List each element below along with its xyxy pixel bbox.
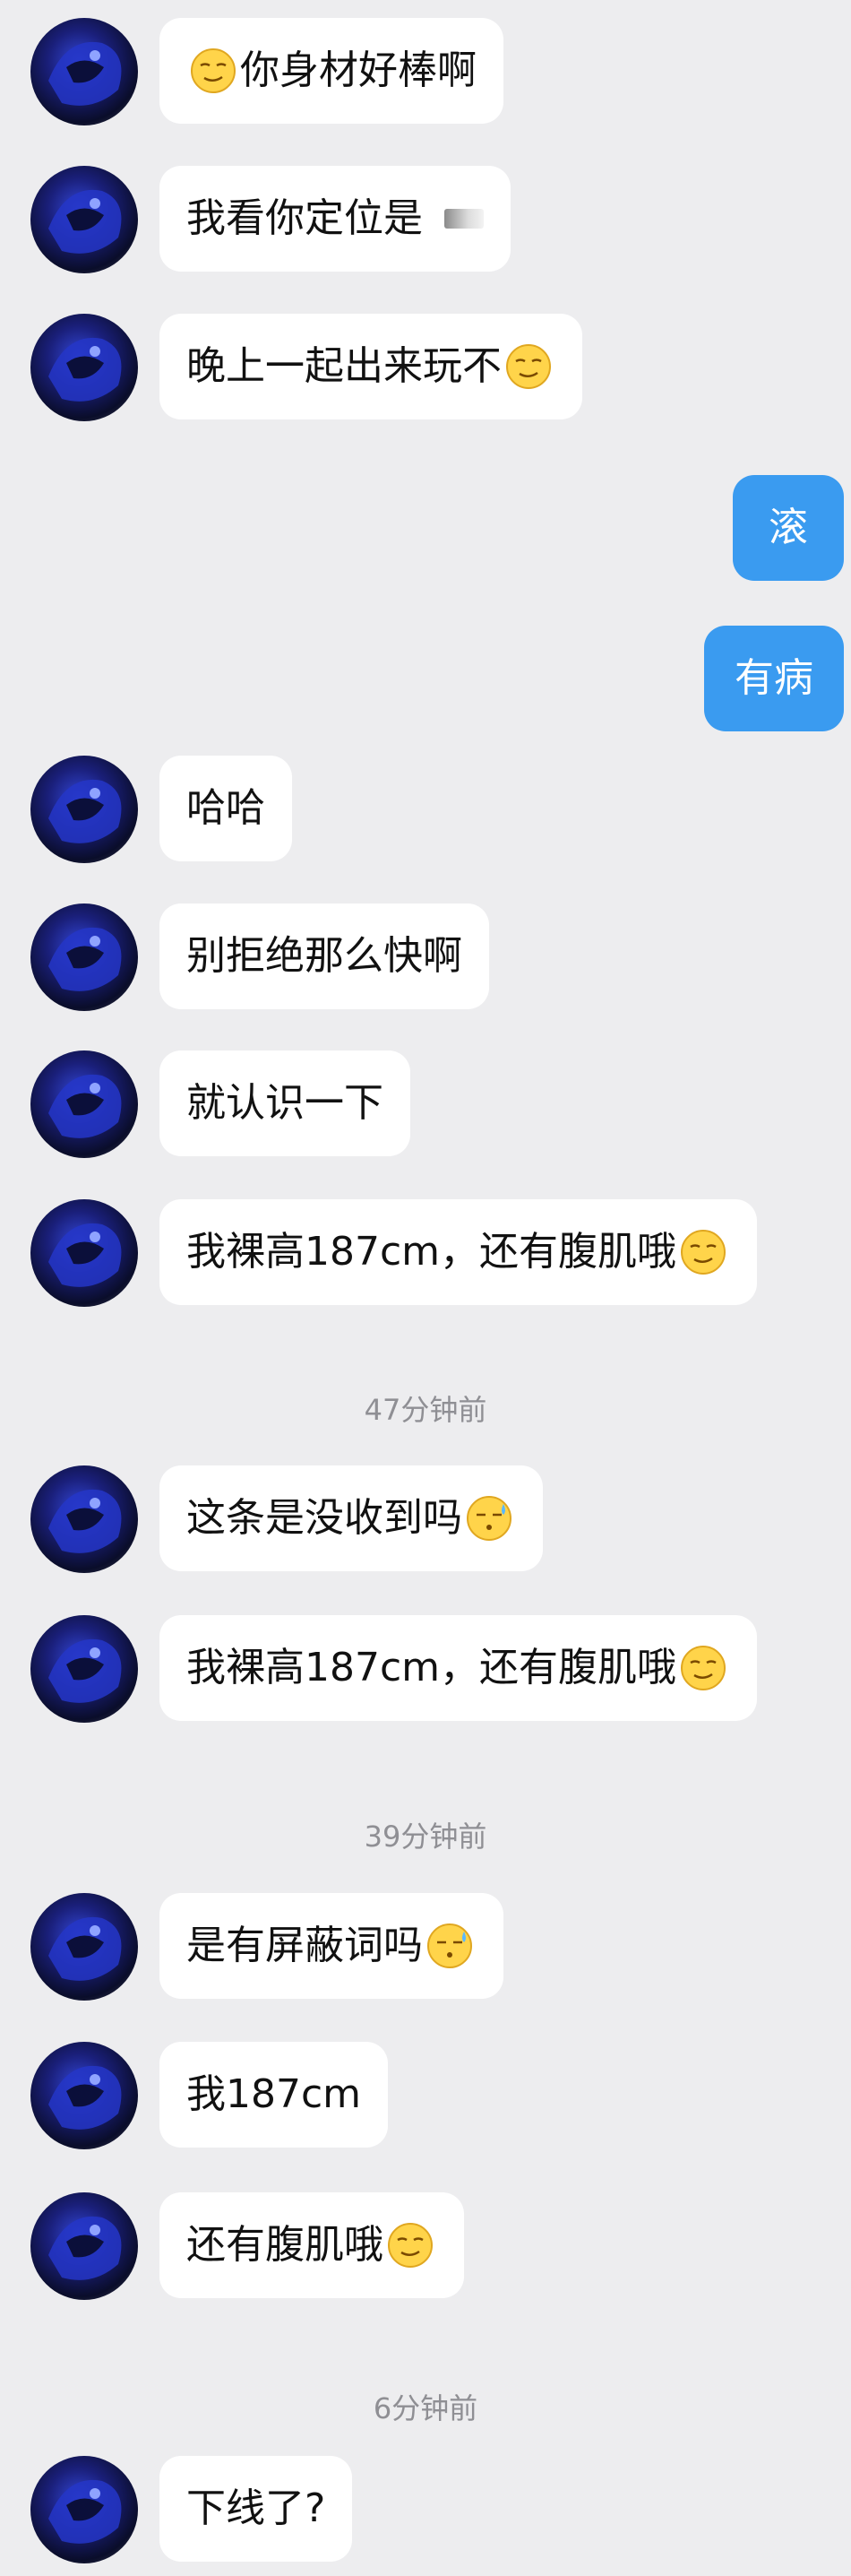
- incoming-message-bubble[interactable]: 哈哈: [159, 756, 292, 861]
- incoming-message-bubble[interactable]: 就认识一下: [159, 1050, 410, 1156]
- contact-avatar[interactable]: [30, 1199, 138, 1307]
- outgoing-message-bubble[interactable]: 滚: [733, 475, 844, 581]
- contact-avatar[interactable]: [30, 2456, 138, 2563]
- outgoing-message-bubble[interactable]: 有病: [704, 626, 844, 731]
- timestamp: 6分钟前: [373, 2391, 478, 2425]
- sweat-emoji-icon: [466, 1495, 512, 1542]
- message-text: 别拒绝那么快啊: [186, 933, 462, 979]
- incoming-message-bubble[interactable]: 晚上一起出来玩不: [159, 314, 582, 419]
- contact-avatar[interactable]: [30, 2192, 138, 2300]
- incoming-message-bubble[interactable]: 下线了?: [159, 2456, 353, 2562]
- contact-avatar[interactable]: [30, 1893, 138, 2001]
- contact-avatar[interactable]: [30, 18, 138, 125]
- message-text: 哈哈: [186, 785, 265, 831]
- redacted-location: [444, 209, 484, 229]
- message-text: 这条是没收到吗: [186, 1495, 462, 1541]
- smirk-emoji-icon: [387, 2222, 434, 2269]
- message-text: 我裸高187cm，还有腹肌哦: [186, 1229, 677, 1275]
- message-text: 你身材好棒啊: [240, 48, 477, 93]
- message-text: 就认识一下: [186, 1080, 383, 1126]
- timestamp: 47分钟前: [364, 1393, 487, 1427]
- smirk-emoji-icon: [505, 343, 552, 390]
- incoming-message-bubble[interactable]: 我看你定位是: [159, 166, 511, 272]
- message-text: 是有屏蔽词吗: [186, 1923, 423, 1968]
- contact-avatar[interactable]: [30, 314, 138, 421]
- message-text: 滚: [769, 505, 808, 550]
- timestamp: 39分钟前: [364, 1820, 487, 1854]
- message-text: 有病: [735, 655, 813, 701]
- chat-window: 你身材好棒啊 我看你定位是 晚上一起出来玩不 滚 有病 哈哈 别拒绝那么快啊 就…: [0, 0, 851, 2576]
- smirk-emoji-icon: [190, 48, 236, 94]
- message-text: 晚上一起出来玩不: [186, 343, 502, 389]
- contact-avatar[interactable]: [30, 1615, 138, 1723]
- contact-avatar[interactable]: [30, 903, 138, 1011]
- message-text: 我裸高187cm，还有腹肌哦: [186, 1645, 677, 1690]
- incoming-message-bubble[interactable]: 我187cm: [159, 2042, 389, 2148]
- incoming-message-bubble[interactable]: 是有屏蔽词吗: [159, 1893, 503, 1999]
- incoming-message-bubble[interactable]: 我裸高187cm，还有腹肌哦: [159, 1199, 758, 1305]
- smirk-emoji-icon: [680, 1229, 726, 1275]
- incoming-message-bubble[interactable]: 还有腹肌哦: [159, 2192, 464, 2298]
- contact-avatar[interactable]: [30, 756, 138, 863]
- smirk-emoji-icon: [680, 1645, 726, 1691]
- contact-avatar[interactable]: [30, 2042, 138, 2149]
- incoming-message-bubble[interactable]: 别拒绝那么快啊: [159, 903, 489, 1009]
- message-text: 还有腹肌哦: [186, 2222, 383, 2268]
- contact-avatar[interactable]: [30, 1050, 138, 1158]
- message-text: 我看你定位是: [186, 195, 423, 241]
- incoming-message-bubble[interactable]: 我裸高187cm，还有腹肌哦: [159, 1615, 758, 1721]
- message-text: 我187cm: [186, 2071, 362, 2117]
- contact-avatar[interactable]: [30, 1465, 138, 1573]
- sweat-emoji-icon: [426, 1923, 473, 1969]
- incoming-message-bubble[interactable]: 你身材好棒啊: [159, 18, 503, 124]
- incoming-message-bubble[interactable]: 这条是没收到吗: [159, 1465, 543, 1571]
- contact-avatar[interactable]: [30, 166, 138, 273]
- message-text: 下线了?: [186, 2485, 326, 2531]
